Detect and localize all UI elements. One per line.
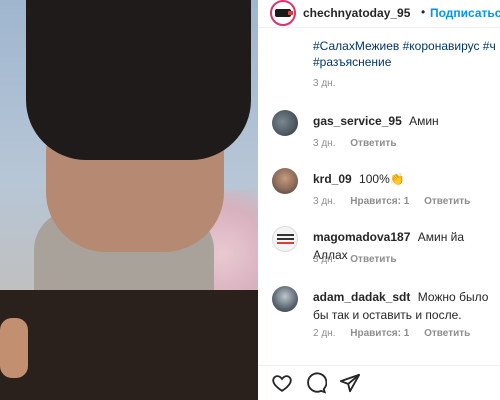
action-bar bbox=[258, 365, 500, 400]
account-username[interactable]: chechnyatoday_95 bbox=[303, 6, 410, 20]
avatar-text-line bbox=[277, 238, 294, 240]
post-media[interactable] bbox=[0, 0, 258, 400]
share-icon[interactable] bbox=[339, 372, 361, 394]
comment-likes[interactable]: Нравится: 1 bbox=[350, 328, 409, 339]
comment-avatar[interactable] bbox=[272, 226, 298, 252]
coat bbox=[0, 290, 258, 400]
caption-hashtags-line[interactable]: #разъяснение bbox=[313, 54, 500, 70]
reply-button[interactable]: Ответить bbox=[424, 328, 470, 339]
comment-avatar[interactable] bbox=[272, 168, 298, 194]
comment-text: gas_service_95 Амин bbox=[313, 112, 498, 130]
comment-username[interactable]: magomadova187 bbox=[313, 230, 410, 244]
comment-avatar[interactable] bbox=[272, 110, 298, 136]
comment-meta: 2 дн. Нравится: 1 Ответить bbox=[313, 328, 482, 339]
avatar-text-line bbox=[277, 234, 294, 236]
logo-icon bbox=[275, 9, 293, 17]
comment-time[interactable]: 2 дн. bbox=[313, 328, 335, 339]
post-header: chechnyatoday_95 • Подписаться bbox=[258, 0, 500, 28]
separator-dot: • bbox=[421, 5, 426, 19]
heart-icon[interactable] bbox=[271, 372, 293, 394]
fur-hat bbox=[26, 0, 251, 160]
comment-text: adam_dadak_sdt Можно было бы так и остав… bbox=[313, 288, 498, 324]
post-panel: chechnyatoday_95 • Подписаться #СалахМеж… bbox=[258, 0, 500, 400]
comment-avatar[interactable] bbox=[272, 286, 298, 312]
reply-button[interactable]: Ответить bbox=[350, 254, 396, 265]
comment-likes[interactable]: Нравится: 1 bbox=[350, 196, 409, 207]
comment-icon[interactable] bbox=[305, 372, 328, 394]
account-avatar[interactable] bbox=[270, 0, 296, 26]
comment-text: krd_09 100%👏 bbox=[313, 170, 498, 188]
comment-meta: 3 дн. Нравится: 1 Ответить bbox=[313, 196, 482, 207]
comment-item: magomadova187 Амин йа Аллах 3 дн. Ответи… bbox=[258, 226, 500, 272]
caption-hashtags-line[interactable]: #СалахМежиев #коронавирус #ч bbox=[313, 38, 500, 54]
comment-time[interactable]: 3 дн. bbox=[313, 196, 335, 207]
caption-timestamp[interactable]: 3 дн. bbox=[313, 78, 335, 89]
comment-item: adam_dadak_sdt Можно было бы так и остав… bbox=[258, 286, 500, 350]
follow-button[interactable]: Подписаться bbox=[430, 6, 500, 20]
reply-button[interactable]: Ответить bbox=[424, 196, 470, 207]
comment-time[interactable]: 3 дн. bbox=[313, 138, 335, 149]
comment-body: 100%👏 bbox=[359, 172, 405, 186]
comment-body: Амин bbox=[409, 114, 439, 128]
comment-time[interactable]: 3 дн. bbox=[313, 254, 335, 265]
hand bbox=[0, 318, 28, 378]
avatar-text-line bbox=[277, 242, 294, 244]
comment-item: krd_09 100%👏 3 дн. Нравится: 1 Ответить bbox=[258, 168, 500, 214]
comment-meta: 3 дн. Ответить bbox=[313, 254, 408, 265]
post-caption: #СалахМежиев #коронавирус #ч #разъяснени… bbox=[313, 38, 500, 70]
comment-username[interactable]: gas_service_95 bbox=[313, 114, 402, 128]
comment-meta: 3 дн. Ответить bbox=[313, 138, 408, 149]
comment-username[interactable]: adam_dadak_sdt bbox=[313, 290, 410, 304]
comment-item: gas_service_95 Амин 3 дн. Ответить bbox=[258, 110, 500, 156]
reply-button[interactable]: Ответить bbox=[350, 138, 396, 149]
comment-username[interactable]: krd_09 bbox=[313, 172, 352, 186]
